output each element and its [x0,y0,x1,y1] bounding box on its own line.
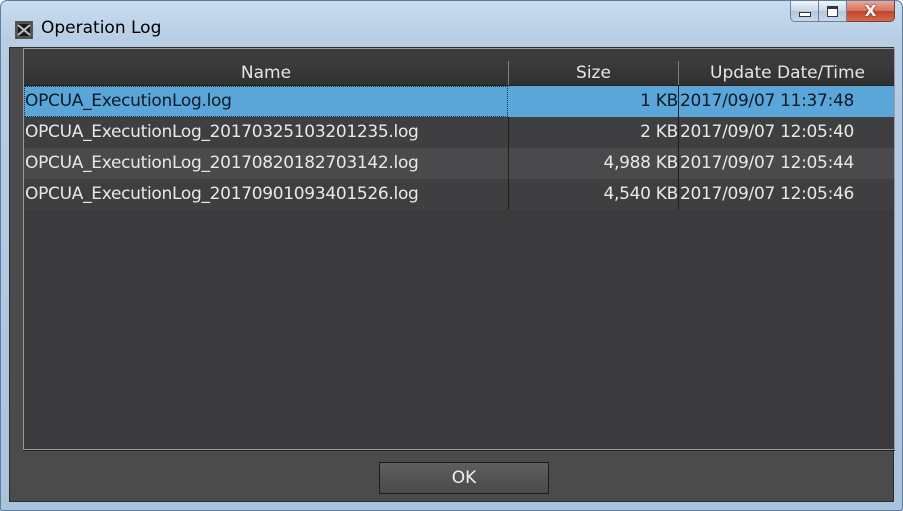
file-name-cell: OPCUA_ExecutionLog.log [24,86,508,117]
file-size-cell: 4,540 KB [603,184,678,204]
operation-log-window: Operation Log X Name Size Update Date/Ti… [0,0,903,511]
update-date-cell: 2017/09/07 11:37:48 [680,91,855,111]
window-title: Operation Log [41,18,162,38]
table-row[interactable]: OPCUA_ExecutionLog_20170325103201235.log… [24,117,894,148]
update-date-cell: 2017/09/07 12:05:40 [680,122,855,142]
table-row[interactable]: OPCUA_ExecutionLog_20170820182703142.log… [24,148,894,179]
app-icon [15,21,33,39]
file-name-cell: OPCUA_ExecutionLog_20170820182703142.log [25,153,419,173]
update-date-cell: 2017/09/07 12:05:46 [680,184,855,204]
column-header-name[interactable]: Name [24,61,508,85]
dialog-body: Name Size Update Date/Time OPCUA_Executi… [9,47,895,502]
file-name-cell: OPCUA_ExecutionLog_20170325103201235.log [25,122,419,142]
update-date-cell: 2017/09/07 12:05:44 [680,153,855,173]
table-header: Name Size Update Date/Time [24,61,894,86]
file-size-cell: 4,988 KB [603,153,678,173]
close-button[interactable]: X [847,1,895,22]
file-size-cell: 1 KB [640,91,678,111]
close-icon: X [864,1,877,20]
file-size-cell: 2 KB [640,122,678,142]
footer-divider [23,450,895,451]
file-name-cell: OPCUA_ExecutionLog_20170901093401526.log [25,184,419,204]
caption-buttons: X [790,1,895,23]
minimize-icon [798,12,811,17]
maximize-button[interactable] [819,1,847,22]
title-bar[interactable]: Operation Log X [1,1,902,47]
ok-button[interactable]: OK [379,462,549,494]
table-row[interactable]: OPCUA_ExecutionLog_20170901093401526.log… [24,179,894,210]
maximize-icon [827,5,838,17]
column-header-date[interactable]: Update Date/Time [679,61,894,85]
column-header-size[interactable]: Size [509,61,678,85]
table-row[interactable]: OPCUA_ExecutionLog.log 1 KB 2017/09/07 1… [24,86,894,117]
log-file-table: Name Size Update Date/Time OPCUA_Executi… [23,48,895,450]
minimize-button[interactable] [790,1,819,22]
